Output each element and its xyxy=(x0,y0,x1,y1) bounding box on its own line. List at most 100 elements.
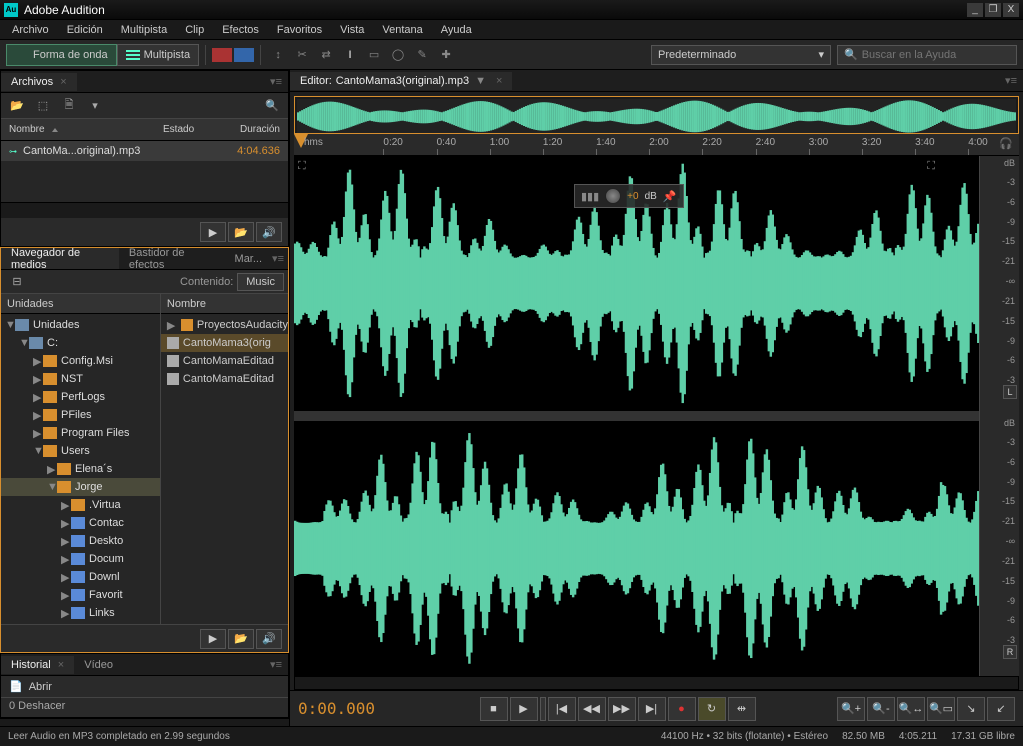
left-channel-tag[interactable]: L xyxy=(1003,385,1017,399)
zoom-full-button[interactable]: 🔍↔ xyxy=(897,697,925,721)
col-duration[interactable]: Duración xyxy=(218,124,288,135)
skip-end-button[interactable]: ▶| xyxy=(638,697,666,721)
menu-multipista[interactable]: Multipista xyxy=(113,22,175,38)
timecode-display[interactable]: 0:00.000 xyxy=(298,699,398,718)
spectral-freq-icon[interactable] xyxy=(212,48,232,62)
pause-button[interactable] xyxy=(540,697,546,721)
tree-item[interactable]: ▶PerfLogs xyxy=(1,388,160,406)
menu-favoritos[interactable]: Favoritos xyxy=(269,22,330,38)
panel-menu-icon[interactable]: ▾≡ xyxy=(270,658,288,671)
brush-tool-icon[interactable]: ✎ xyxy=(411,45,433,65)
waveform-hscroll[interactable] xyxy=(294,676,1019,690)
panel-menu-icon[interactable]: ▾≡ xyxy=(1005,74,1023,87)
restore-button[interactable]: ❐ xyxy=(985,3,1001,17)
file-row[interactable]: ⊶ CantoMa...original).mp3 4:04.636 xyxy=(1,141,288,161)
move-tool-icon[interactable]: ↕ xyxy=(267,45,289,65)
tree-item[interactable]: ▶Links xyxy=(1,604,160,622)
panel-menu-icon[interactable]: ▾≡ xyxy=(272,252,288,265)
open-file-icon[interactable]: 📂 xyxy=(5,96,29,116)
tree-item[interactable]: ▶Config.Msi xyxy=(1,352,160,370)
autoplay-button[interactable]: 🔊 xyxy=(256,629,282,649)
hud-pin-icon[interactable]: 📌 xyxy=(663,190,677,203)
new-multitrack-icon[interactable]: 🗎 xyxy=(57,96,81,116)
content-filter-dropdown[interactable]: Music xyxy=(237,273,284,291)
help-search-input[interactable] xyxy=(862,49,1010,61)
menu-archivo[interactable]: Archivo xyxy=(4,22,57,38)
tree-item[interactable]: ▶Downl xyxy=(1,568,160,586)
tree-item[interactable]: ▶.Virtua xyxy=(1,496,160,514)
close-icon[interactable]: × xyxy=(58,659,64,671)
history-open-label[interactable]: Abrir xyxy=(29,681,52,693)
filter-icon[interactable]: ⊟ xyxy=(5,272,29,292)
menu-clip[interactable]: Clip xyxy=(177,22,212,38)
tree-item[interactable]: ▶NST xyxy=(1,370,160,388)
menu-efectos[interactable]: Efectos xyxy=(214,22,267,38)
stop-button[interactable]: ■ xyxy=(480,697,508,721)
slip-tool-icon[interactable]: ⇄ xyxy=(315,45,337,65)
multitrack-mode-button[interactable]: Multipista xyxy=(117,44,199,66)
record-button[interactable]: ● xyxy=(668,697,696,721)
media-files-header[interactable]: Nombre xyxy=(161,294,288,314)
panel-menu-icon[interactable]: ▾≡ xyxy=(270,75,288,88)
heal-tool-icon[interactable]: ✚ xyxy=(435,45,457,65)
help-search[interactable]: 🔍 xyxy=(837,45,1017,65)
loop-button[interactable]: ↻ xyxy=(698,697,726,721)
menu-edicion[interactable]: Edición xyxy=(59,22,111,38)
col-name[interactable]: Nombre xyxy=(1,124,163,135)
volume-knob[interactable] xyxy=(605,188,621,204)
tree-item[interactable]: ▼Jorge xyxy=(1,478,160,496)
tree-item[interactable]: ▶Contac xyxy=(1,514,160,532)
record-icon[interactable]: ⬚ xyxy=(31,96,55,116)
skip-selection-button[interactable]: ⇹ xyxy=(728,697,756,721)
media-file-row[interactable]: CantoMamaEditad xyxy=(161,370,288,388)
waveform-editor[interactable]: ⛶ ⛶ ▮▮▮ +0 dB 📌 dB -3-6-9-15-21-∞-21-15-… xyxy=(294,156,1019,676)
close-icon[interactable]: × xyxy=(496,75,502,87)
play-button[interactable]: ▶ xyxy=(200,222,226,242)
import-button[interactable]: 📂 xyxy=(228,222,254,242)
zoom-resize-icon[interactable]: ⛶ xyxy=(927,160,935,173)
left-hscroll[interactable] xyxy=(0,718,289,726)
col-state[interactable]: Estado xyxy=(163,124,218,135)
tree-item[interactable]: ▶Docum xyxy=(1,550,160,568)
media-file-row[interactable]: ▶ProyectosAudacity xyxy=(161,316,288,334)
zoom-selection-button[interactable]: 🔍▭ xyxy=(927,697,955,721)
menu-ayuda[interactable]: Ayuda xyxy=(433,22,480,38)
tree-item[interactable]: ▶PFiles xyxy=(1,406,160,424)
effects-rack-tab[interactable]: Bastidor de efectos xyxy=(119,248,225,270)
right-channel-tag[interactable]: R xyxy=(1003,645,1017,659)
time-ruler[interactable]: hms 0:200:401:001:201:402:002:202:403:00… xyxy=(294,134,1019,156)
tree-item[interactable]: ▶Elena´s xyxy=(1,460,160,478)
history-tab[interactable]: Historial × xyxy=(1,656,74,674)
play-button[interactable]: ▶ xyxy=(510,697,538,721)
forward-button[interactable]: ▶▶ xyxy=(608,697,636,721)
skip-start-button[interactable]: |◀ xyxy=(548,697,576,721)
razor-tool-icon[interactable]: ✂ xyxy=(291,45,313,65)
tree-item[interactable]: ▼Users xyxy=(1,442,160,460)
autoplay-button[interactable]: 🔊 xyxy=(256,222,282,242)
media-file-row[interactable]: CantoMamaEditad xyxy=(161,352,288,370)
editor-tab[interactable]: Editor: CantoMama3(original).mp3 ▼ × xyxy=(290,72,512,90)
waveform-mode-button[interactable]: Forma de onda xyxy=(6,44,117,66)
waveform-overview[interactable] xyxy=(294,96,1019,134)
headphones-icon[interactable]: 🎧 xyxy=(999,137,1013,150)
spectral-pitch-icon[interactable] xyxy=(234,48,254,62)
zoom-out-button[interactable]: 🔍- xyxy=(867,697,895,721)
minimize-button[interactable]: _ xyxy=(967,3,983,17)
tree-item[interactable]: ▼C: xyxy=(1,334,160,352)
close-button[interactable]: X xyxy=(1003,3,1019,17)
insert-icon[interactable]: ▾ xyxy=(83,96,107,116)
search-icon[interactable]: 🔍 xyxy=(260,96,284,116)
zoom-in-point-button[interactable]: ↘ xyxy=(957,697,985,721)
tree-item[interactable]: ▶Program Files xyxy=(1,424,160,442)
files-tab[interactable]: Archivos × xyxy=(1,73,77,91)
marquee-tool-icon[interactable]: ▭ xyxy=(363,45,385,65)
import-button[interactable]: 📂 xyxy=(228,629,254,649)
tree-item[interactable]: ▼Unidades xyxy=(1,316,160,334)
tree-item[interactable]: ▶Deskto xyxy=(1,532,160,550)
play-button[interactable]: ▶ xyxy=(200,629,226,649)
volume-hud[interactable]: ▮▮▮ +0 dB 📌 xyxy=(574,184,684,208)
files-hscroll[interactable] xyxy=(1,202,288,218)
tree-item[interactable]: ▶Favorit xyxy=(1,586,160,604)
markers-tab[interactable]: Mar... xyxy=(225,250,273,268)
time-select-tool-icon[interactable]: I xyxy=(339,45,361,65)
